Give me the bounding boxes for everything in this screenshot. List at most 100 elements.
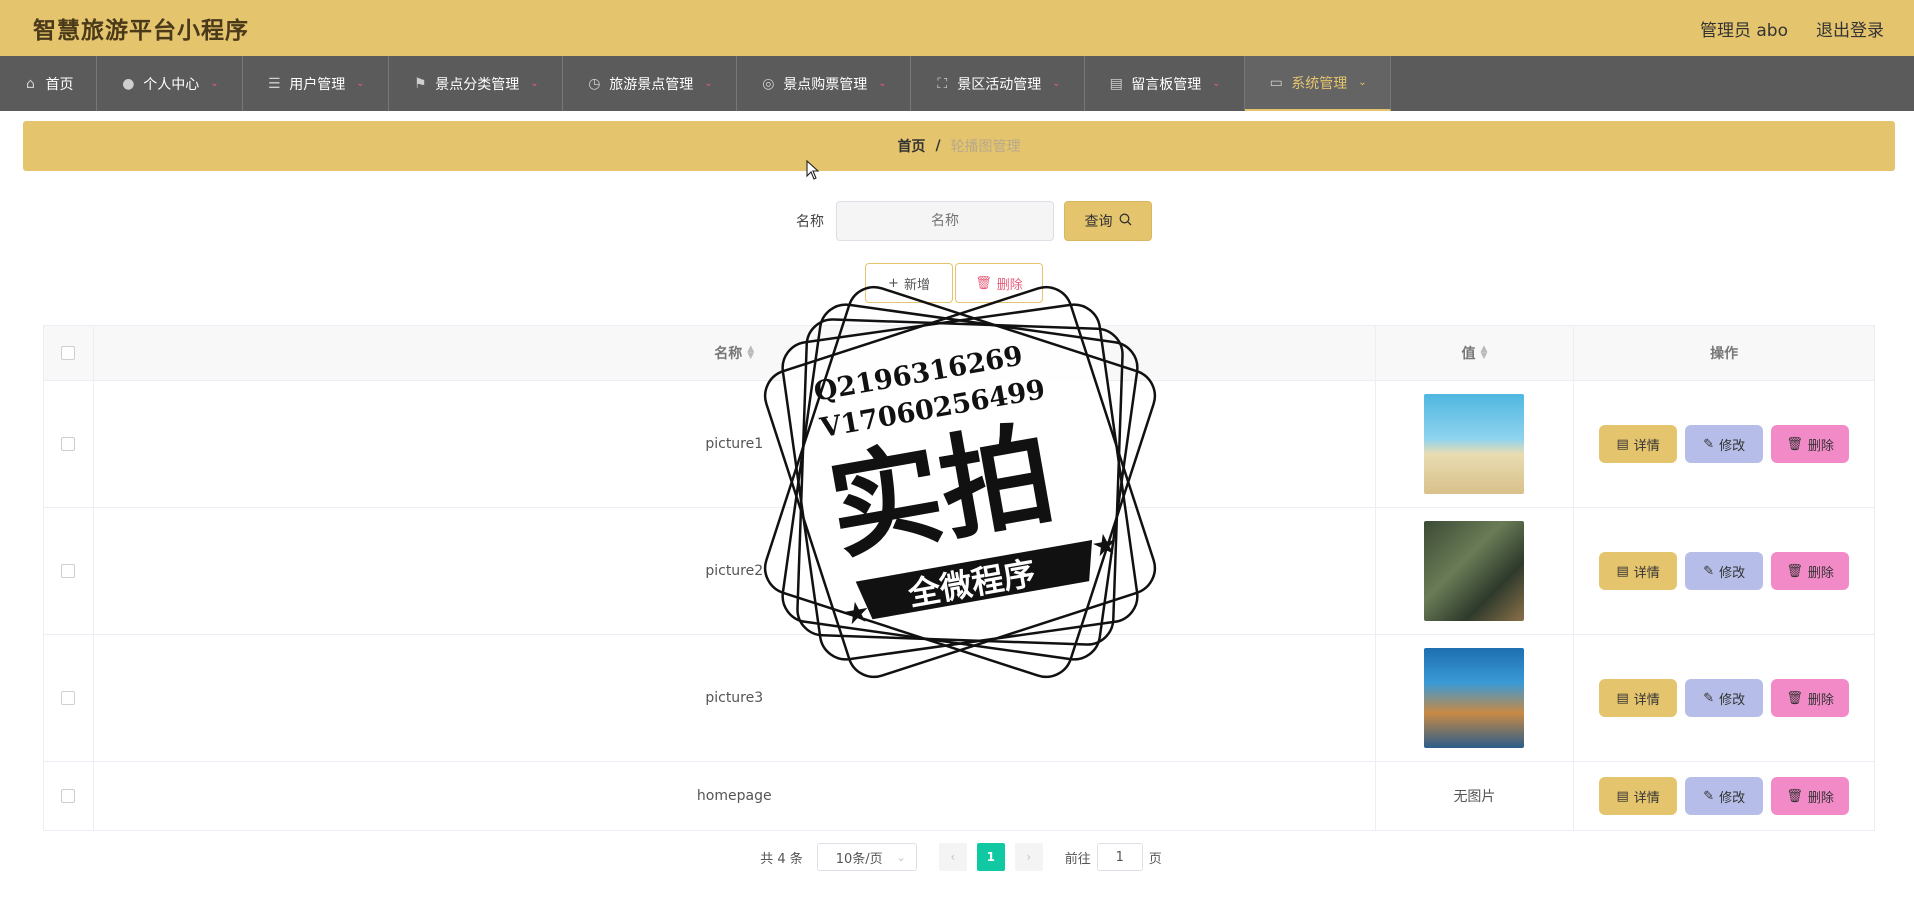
goto-suffix: 页 — [1148, 851, 1162, 867]
nav-item-label: 用户管理 — [289, 76, 346, 93]
main-nav: ⌂ 首页 ● 个人中心 ⌄ ☰ 用户管理 ⌄ ⚑ 景点分类管理 ⌄ ◷ 旅游景点… — [0, 56, 1914, 111]
delete-label: 删除 — [1807, 565, 1834, 581]
select-all-cell — [44, 326, 94, 380]
detail-button[interactable]: ▤ 详情 — [1599, 552, 1678, 590]
detail-label: 详情 — [1633, 692, 1660, 708]
delete-button[interactable]: 🗑 删除 — [1771, 552, 1850, 590]
breadcrumb-home[interactable]: 首页 — [897, 136, 925, 156]
delete-button[interactable]: 🗑 删除 — [1771, 777, 1850, 815]
nav-item-activity-management[interactable]: ⛶ 景区活动管理 ⌄ — [911, 56, 1085, 111]
detail-label: 详情 — [1633, 790, 1660, 806]
detail-label: 详情 — [1633, 565, 1660, 581]
nav-item-home[interactable]: ⌂ 首页 — [0, 56, 97, 111]
river-thumbnail-image[interactable] — [1424, 521, 1525, 621]
sort-icon[interactable]: ▲ ▼ — [1480, 345, 1487, 361]
resort-thumbnail-image[interactable] — [1424, 648, 1525, 748]
nav-item-user-management[interactable]: ☰ 用户管理 ⌄ — [243, 56, 389, 111]
chevron-down-icon: ⌄ — [704, 78, 713, 89]
row-checkbox[interactable] — [61, 691, 76, 705]
delete-button[interactable]: 🗑 删除 — [1771, 679, 1850, 717]
nav-item-system-management[interactable]: ▭ 系统管理 ⌄ — [1245, 56, 1391, 111]
trash-icon: 🗑 — [1786, 436, 1803, 452]
main-panel: 名称 查询 + 新增 🗑 删除 名称 ▲▼ 值 ▲▼ — [23, 181, 1895, 910]
header-value-label: 值 — [1461, 346, 1476, 362]
clock-icon: ◷ — [588, 75, 601, 92]
page-size-select[interactable]: 10条/页 ⌄ — [816, 843, 917, 871]
row-name: picture3 — [94, 635, 1376, 761]
data-table: 名称 ▲ ▼ 值 ▲ ▼ 操作 picture1 ▤ 详情 ✎ 修改 🗑 删除 pict — [43, 325, 1875, 831]
chevron-down-icon: ⌄ — [1358, 77, 1367, 88]
user-icon: ● — [122, 75, 135, 92]
nav-item-label: 个人中心 — [143, 76, 200, 93]
top-header: 智慧旅游平台小程序 管理员 abo 退出登录 — [0, 0, 1914, 56]
nav-item-attraction-management[interactable]: ◷ 旅游景点管理 ⌄ — [563, 56, 737, 111]
logout-link[interactable]: 退出登录 — [1816, 16, 1884, 41]
row-checkbox[interactable] — [61, 437, 76, 451]
chevron-down-icon: ⌄ — [530, 78, 539, 89]
next-page-button[interactable]: › — [1014, 843, 1043, 871]
row-name: homepage — [94, 762, 1376, 830]
goto-prefix: 前往 — [1064, 851, 1091, 867]
row-check-cell — [44, 381, 94, 507]
page-jump: 前往 页 — [1065, 843, 1162, 871]
action-row: + 新增 🗑 删除 — [865, 263, 1043, 303]
delete-label: 删除 — [1807, 790, 1834, 806]
row-value — [1376, 635, 1575, 761]
row-ops: ▤ 详情 ✎ 修改 🗑 删除 — [1574, 508, 1874, 634]
add-button[interactable]: + 新增 — [865, 263, 953, 303]
pencil-icon: ✎ — [1703, 690, 1715, 706]
nav-item-ticket-management[interactable]: ◎ 景点购票管理 ⌄ — [737, 56, 911, 111]
batch-delete-label: 删除 — [996, 277, 1023, 293]
search-label: 名称 — [796, 214, 824, 230]
pencil-icon: ✎ — [1703, 436, 1715, 452]
nav-item-label: 留言板管理 — [1131, 76, 1202, 93]
delete-button[interactable]: 🗑 删除 — [1771, 425, 1850, 463]
query-button[interactable]: 查询 — [1064, 201, 1152, 241]
nav-item-category-management[interactable]: ⚑ 景点分类管理 ⌄ — [389, 56, 563, 111]
detail-button[interactable]: ▤ 详情 — [1599, 425, 1678, 463]
page-number-button[interactable]: 1 — [976, 843, 1005, 871]
trash-icon: 🗑 — [975, 275, 992, 291]
home-icon: ⌂ — [26, 75, 35, 92]
sort-icon[interactable]: ▲ ▼ — [747, 345, 754, 361]
batch-delete-button[interactable]: 🗑 删除 — [955, 263, 1043, 303]
row-check-cell — [44, 762, 94, 830]
header-name[interactable]: 名称 ▲ ▼ — [94, 326, 1376, 380]
pencil-icon: ✎ — [1703, 788, 1715, 804]
document-icon: ▤ — [1616, 563, 1629, 579]
row-checkbox[interactable] — [61, 789, 76, 803]
edit-button[interactable]: ✎ 修改 — [1685, 425, 1764, 463]
edit-button[interactable]: ✎ 修改 — [1685, 777, 1764, 815]
fullscreen-icon: ⛶ — [937, 75, 948, 92]
header-name-label: 名称 — [714, 346, 743, 362]
table-row: homepage 无图片 ▤ 详情 ✎ 修改 🗑 删除 — [44, 762, 1874, 830]
nav-item-label: 系统管理 — [1291, 75, 1348, 92]
list-icon: ☰ — [268, 75, 281, 92]
chevron-left-icon: ‹ — [950, 850, 956, 864]
chevron-down-icon: ⌄ — [1212, 78, 1221, 89]
prev-page-button[interactable]: ‹ — [938, 843, 967, 871]
row-checkbox[interactable] — [61, 564, 76, 578]
plus-icon: + — [888, 275, 899, 291]
row-check-cell — [44, 635, 94, 761]
detail-button[interactable]: ▤ 详情 — [1599, 777, 1678, 815]
pencil-icon: ✎ — [1703, 563, 1715, 579]
header-user-area: 管理员 abo 退出登录 — [1700, 16, 1884, 41]
flag-icon: ⚑ — [414, 75, 427, 92]
row-ops: ▤ 详情 ✎ 修改 🗑 删除 — [1574, 635, 1874, 761]
row-name: picture1 — [94, 381, 1376, 507]
beach-thumbnail-image[interactable] — [1424, 394, 1525, 494]
edit-button[interactable]: ✎ 修改 — [1685, 552, 1764, 590]
edit-label: 修改 — [1719, 692, 1746, 708]
search-input[interactable] — [836, 201, 1054, 241]
mouse-cursor-icon — [806, 159, 820, 184]
current-user: 管理员 abo — [1699, 20, 1788, 41]
select-all-checkbox[interactable] — [61, 346, 76, 360]
goto-page-input[interactable] — [1096, 843, 1143, 871]
nav-item-message-board[interactable]: ▤ 留言板管理 ⌄ — [1085, 56, 1245, 111]
nav-item-personal-center[interactable]: ● 个人中心 ⌄ — [97, 56, 243, 111]
detail-button[interactable]: ▤ 详情 — [1599, 679, 1678, 717]
edit-button[interactable]: ✎ 修改 — [1685, 679, 1764, 717]
total-count: 共 4 条 — [760, 851, 803, 867]
header-value[interactable]: 值 ▲ ▼ — [1376, 326, 1575, 380]
